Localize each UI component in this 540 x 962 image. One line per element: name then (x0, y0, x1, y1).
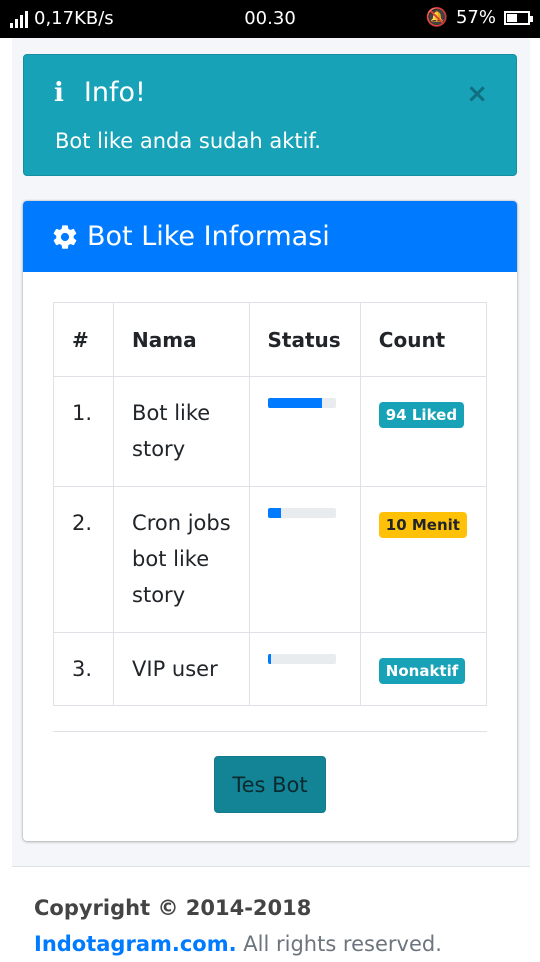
row-name: VIP user (113, 632, 250, 706)
footer-divider (12, 866, 530, 867)
progress-bar (267, 508, 336, 518)
count-badge: 94 Liked (378, 402, 465, 428)
row-status (248, 632, 361, 706)
column-header: # (52, 302, 115, 377)
table-row: 3. VIP user Nonaktif (52, 632, 488, 706)
test-bot-button[interactable]: Tes Bot (214, 756, 326, 813)
table-row: 1. Bot like story 94 Liked (52, 376, 488, 487)
progress-bar (267, 398, 336, 408)
bot-table: # Nama Status Count 1. Bot like story 94… (52, 302, 488, 706)
card-header: Bot Like Informasi (23, 201, 517, 272)
count-badge: 10 Menit (378, 512, 467, 538)
row-count: 10 Menit (359, 486, 488, 633)
info-alert: i Info! Bot like anda sudah aktif. × (23, 54, 517, 176)
row-count: 94 Liked (359, 376, 488, 487)
status-bar: 0,17KB/s 00.30 🔕 57% (0, 0, 540, 38)
footer-copyright: Copyright © 2014-2018 (34, 896, 312, 920)
row-name: Cron jobs bot like story (113, 486, 250, 633)
divider (53, 731, 487, 732)
mute-icon: 🔕 (425, 7, 448, 28)
row-status (248, 376, 361, 487)
battery-icon (504, 10, 533, 25)
column-header: Nama (113, 302, 250, 377)
alert-message: Bot like anda sudah aktif. (55, 129, 321, 153)
row-count: Nonaktif (359, 632, 488, 706)
row-number: 3. (52, 632, 115, 706)
alert-title: i Info! (54, 77, 146, 108)
gear-icon (53, 224, 77, 249)
row-name: Bot like story (113, 376, 250, 487)
footer-rights: All rights reserved. (236, 932, 442, 956)
close-icon[interactable]: × (466, 79, 488, 109)
card-title: Bot Like Informasi (87, 221, 330, 252)
column-header: Count (359, 302, 488, 377)
battery-percent: 57% (455, 7, 496, 28)
column-header: Status (248, 302, 361, 377)
footer: Copyright © 2014-2018 Indotagram.com. Al… (34, 890, 514, 962)
row-number: 1. (52, 376, 115, 487)
progress-bar (267, 654, 336, 664)
alert-title-text: Info! (83, 77, 146, 108)
info-icon: i (54, 77, 64, 108)
footer-link[interactable]: Indotagram.com. (34, 932, 237, 956)
table-row: 2. Cron jobs bot like story 10 Menit (52, 486, 488, 633)
content-wrapper: i Info! Bot like anda sudah aktif. × Bot… (12, 38, 530, 866)
count-badge: Nonaktif (378, 658, 466, 684)
table-header-row: # Nama Status Count (52, 302, 488, 377)
row-status (248, 486, 361, 633)
row-number: 2. (52, 486, 115, 633)
bot-info-card: Bot Like Informasi # Nama Status Count 1… (23, 201, 517, 841)
status-right: 🔕 57% (425, 7, 533, 28)
